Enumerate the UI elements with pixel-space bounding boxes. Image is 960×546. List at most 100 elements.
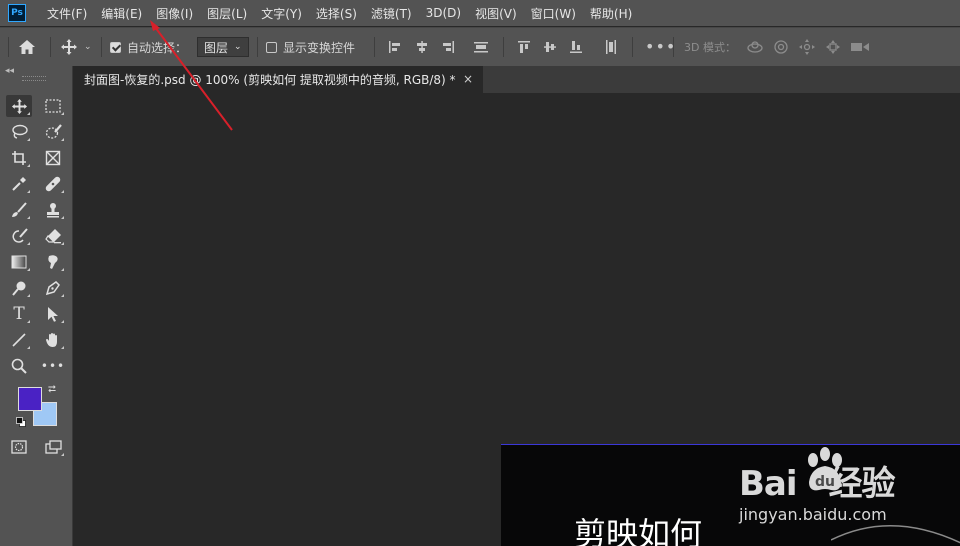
3d-orbit-button[interactable]: [746, 28, 764, 66]
smudge-tool[interactable]: [40, 251, 66, 273]
menu-image[interactable]: 图像(I): [149, 5, 200, 22]
foreground-color-swatch[interactable]: [18, 387, 42, 411]
quick-selection-tool[interactable]: [40, 121, 66, 143]
video-camera-icon: [851, 43, 869, 51]
lasso-icon: [11, 124, 28, 139]
align-vertical-centers-button[interactable]: [543, 28, 557, 66]
eyedropper-tool[interactable]: [6, 173, 32, 195]
zoom-tool[interactable]: [6, 355, 32, 377]
document-tab-title: 封面图-恢复的.psd @ 100% (剪映如何 提取视频中的音频, RGB/8…: [84, 73, 456, 87]
brush-icon: [12, 202, 27, 217]
dodge-tool[interactable]: [6, 277, 32, 299]
auto-select-label: 自动选择：: [127, 40, 188, 55]
default-colors-icon[interactable]: [16, 417, 26, 427]
healing-brush-tool[interactable]: [40, 173, 66, 195]
distribute-vertical-button[interactable]: [473, 28, 489, 66]
photoshop-logo: Ps: [8, 4, 26, 22]
menu-window[interactable]: 窗口(W): [524, 5, 583, 22]
chevron-down-icon: ⌄: [234, 42, 242, 52]
cursor-arrow-icon: [48, 307, 58, 322]
tool-preset-picker[interactable]: ⌄: [60, 28, 92, 66]
panel-grip[interactable]: [22, 76, 46, 81]
menu-edit[interactable]: 编辑(E): [94, 5, 149, 22]
auto-select-target-dropdown[interactable]: 图层 ⌄: [197, 37, 249, 57]
menu-file[interactable]: 文件(F): [40, 5, 94, 22]
show-transform-checkbox[interactable]: [266, 41, 277, 53]
crop-tool[interactable]: [6, 147, 32, 169]
history-brush-tool[interactable]: [6, 225, 32, 247]
line-icon: [12, 333, 26, 347]
separator: [503, 37, 504, 57]
frame-icon: [45, 150, 61, 166]
eyedropper-icon: [12, 177, 26, 191]
distribute-icon: [474, 42, 488, 53]
quick-selection-icon: [45, 124, 62, 139]
swap-colors-icon[interactable]: ⮂: [48, 384, 56, 395]
line-tool[interactable]: [6, 329, 32, 351]
options-grip: [8, 37, 9, 57]
gradient-tool[interactable]: [6, 251, 32, 273]
align-bottom-button[interactable]: [569, 28, 583, 66]
align-bottom-icon: [570, 41, 582, 53]
auto-select-option[interactable]: 自动选择：: [110, 28, 187, 66]
collapse-panel-icon[interactable]: ◂◂: [5, 66, 14, 76]
distribute-horizontal-icon: [606, 40, 616, 54]
frame-tool[interactable]: [40, 147, 66, 169]
quick-mask-button[interactable]: [6, 436, 32, 458]
move-tool[interactable]: [6, 95, 32, 117]
quick-mask-icon: [11, 440, 27, 454]
3d-pan-button[interactable]: [798, 28, 816, 66]
history-brush-icon: [12, 228, 28, 243]
type-tool[interactable]: T: [6, 303, 32, 325]
tools-panel: ◂◂ T ••• ⮂: [0, 66, 73, 546]
auto-select-checkbox[interactable]: [110, 41, 121, 53]
3d-roll-icon: [774, 40, 788, 54]
menu-items: 文件(F) 编辑(E) 图像(I) 图层(L) 文字(Y) 选择(S) 滤镜(T…: [40, 0, 639, 26]
menu-help[interactable]: 帮助(H): [583, 5, 639, 22]
align-top-button[interactable]: [517, 28, 531, 66]
move-icon: [11, 98, 27, 114]
menu-select[interactable]: 选择(S): [309, 5, 364, 22]
canvas-text-layer: 剪映如何: [574, 515, 703, 546]
marquee-tool[interactable]: [40, 95, 66, 117]
document-tab[interactable]: 封面图-恢复的.psd @ 100% (剪映如何 提取视频中的音频, RGB/8…: [75, 66, 483, 93]
clone-stamp-tool[interactable]: [40, 199, 66, 221]
document-tab-bar: 封面图-恢复的.psd @ 100% (剪映如何 提取视频中的音频, RGB/8…: [75, 66, 960, 93]
screen-mode-button[interactable]: [40, 436, 66, 458]
menu-filter[interactable]: 滤镜(T): [364, 5, 419, 22]
home-button[interactable]: [18, 28, 36, 66]
align-right-button[interactable]: [441, 28, 455, 66]
gradient-icon: [11, 255, 27, 269]
more-tools-icon: •••: [40, 359, 66, 373]
path-selection-tool[interactable]: [40, 303, 66, 325]
menu-type[interactable]: 文字(Y): [254, 5, 309, 22]
3d-slide-button[interactable]: [824, 28, 842, 66]
separator: [257, 37, 258, 57]
align-horizontal-centers-button[interactable]: [415, 28, 429, 66]
hand-icon: [46, 333, 57, 347]
close-tab-icon[interactable]: ×: [463, 72, 473, 86]
distribute-horizontal-button[interactable]: [604, 28, 618, 66]
menu-layer[interactable]: 图层(L): [200, 5, 254, 22]
baidu-paw-icon: du: [808, 447, 842, 491]
separator: [632, 37, 633, 57]
more-options-button[interactable]: •••: [645, 28, 676, 66]
align-left-button[interactable]: [388, 28, 402, 66]
menu-3d[interactable]: 3D(D): [419, 6, 468, 20]
auto-select-target-value: 图层: [204, 40, 229, 55]
3d-scale-button[interactable]: [850, 28, 870, 66]
hand-tool[interactable]: [40, 329, 66, 351]
align-center-icon: [417, 41, 427, 53]
menu-bar: Ps 文件(F) 编辑(E) 图像(I) 图层(L) 文字(Y) 选择(S) 滤…: [0, 0, 960, 26]
eraser-tool[interactable]: [40, 225, 66, 247]
crop-icon: [12, 151, 26, 165]
lasso-tool[interactable]: [6, 121, 32, 143]
type-icon: T: [13, 304, 25, 324]
brush-tool[interactable]: [6, 199, 32, 221]
edit-toolbar-button[interactable]: •••: [40, 355, 66, 377]
align-top-icon: [518, 41, 530, 53]
3d-roll-button[interactable]: [773, 28, 789, 66]
show-transform-option[interactable]: 显示变换控件: [266, 28, 355, 66]
menu-view[interactable]: 视图(V): [468, 5, 524, 22]
pen-tool[interactable]: [40, 277, 66, 299]
